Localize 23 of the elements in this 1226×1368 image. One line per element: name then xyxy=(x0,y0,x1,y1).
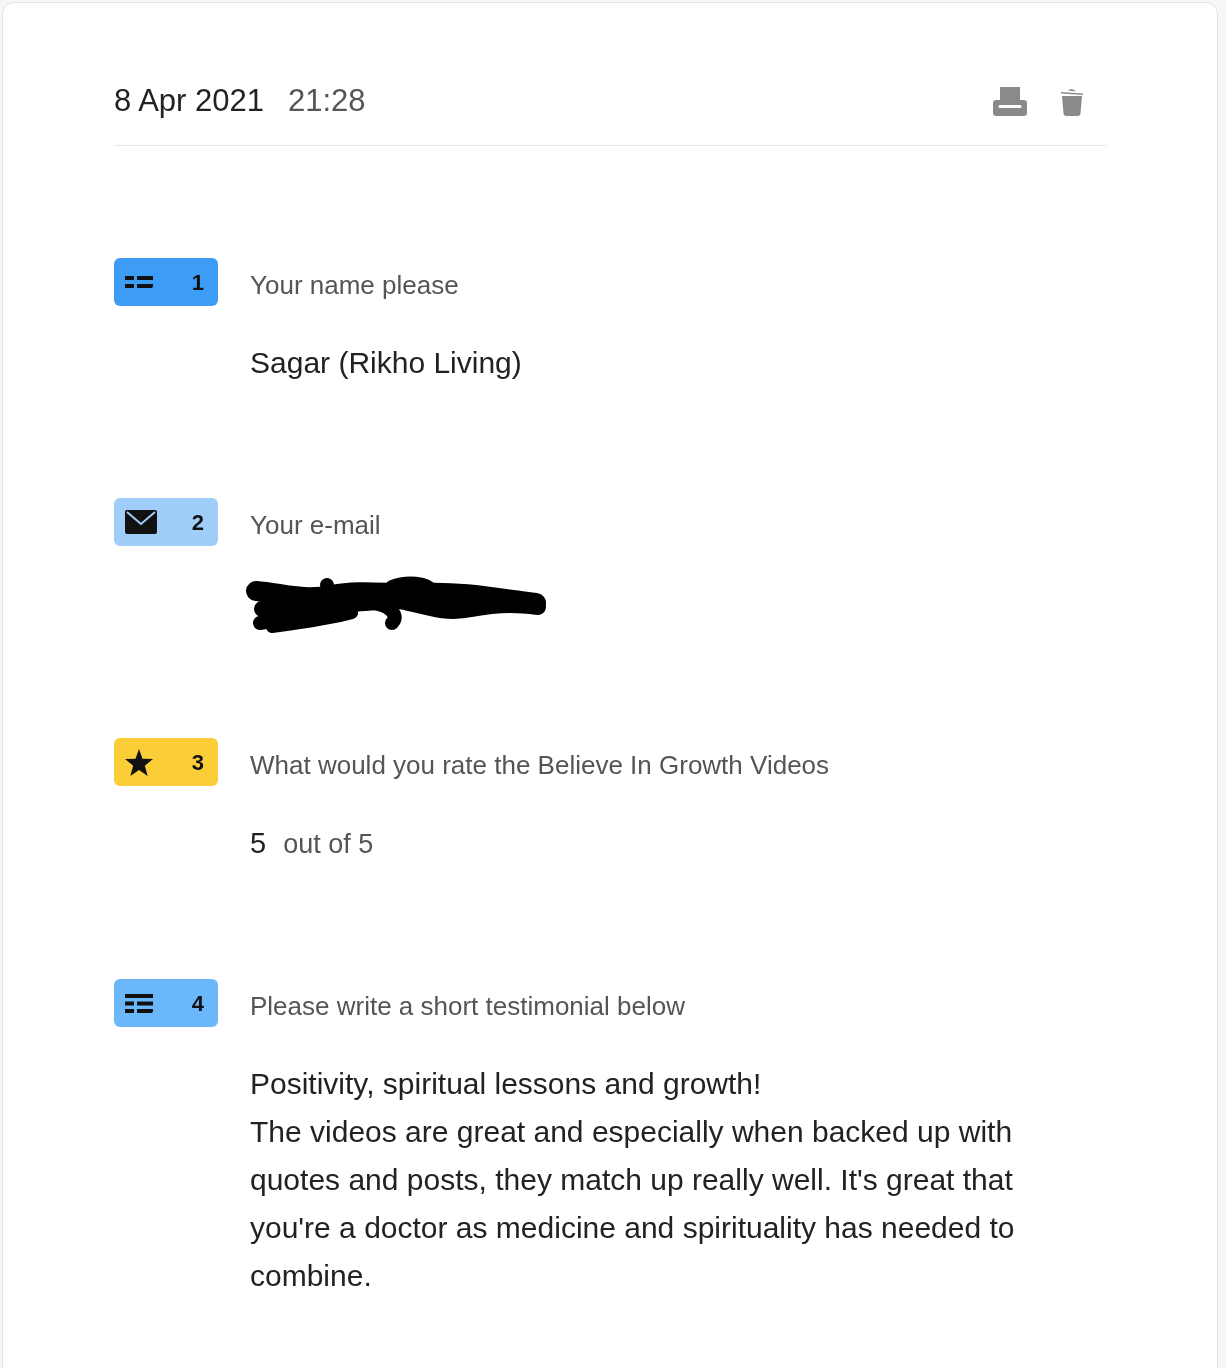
question-number: 2 xyxy=(191,508,204,537)
question-number: 3 xyxy=(191,748,204,777)
question-label: Please write a short testimonial below xyxy=(250,989,685,1023)
question-number: 4 xyxy=(191,989,204,1018)
print-button[interactable] xyxy=(993,86,1027,116)
rating-value: 5 xyxy=(250,826,267,861)
response-date: 8 Apr 2021 xyxy=(114,81,264,120)
response-time: 21:28 xyxy=(287,81,366,120)
question-number: 1 xyxy=(191,268,204,297)
answer-text: The videos are great and especially when backed up with quotes and posts, they match up really well. It's great that you're a doctor as medicine and spirituality has needed to combine. xyxy=(250,1114,1016,1294)
short-text-icon xyxy=(125,275,153,289)
rating-scale: out of 5 xyxy=(283,828,374,861)
printer-icon xyxy=(993,86,1027,116)
envelope-icon xyxy=(125,510,157,534)
question-label: What would you rate the Believe In Growth Videos xyxy=(250,748,830,782)
trash-icon xyxy=(1060,86,1084,116)
answer-text: Positivity, spiritual lessons and growth! xyxy=(250,1066,763,1102)
star-icon xyxy=(125,748,153,776)
long-text-icon xyxy=(125,993,153,1013)
answer-text: Sagar (Rikho Living) xyxy=(250,345,523,381)
delete-button[interactable] xyxy=(1060,86,1084,116)
question-label: Your e-mail xyxy=(250,508,381,542)
question-label: Your name please xyxy=(250,268,459,302)
